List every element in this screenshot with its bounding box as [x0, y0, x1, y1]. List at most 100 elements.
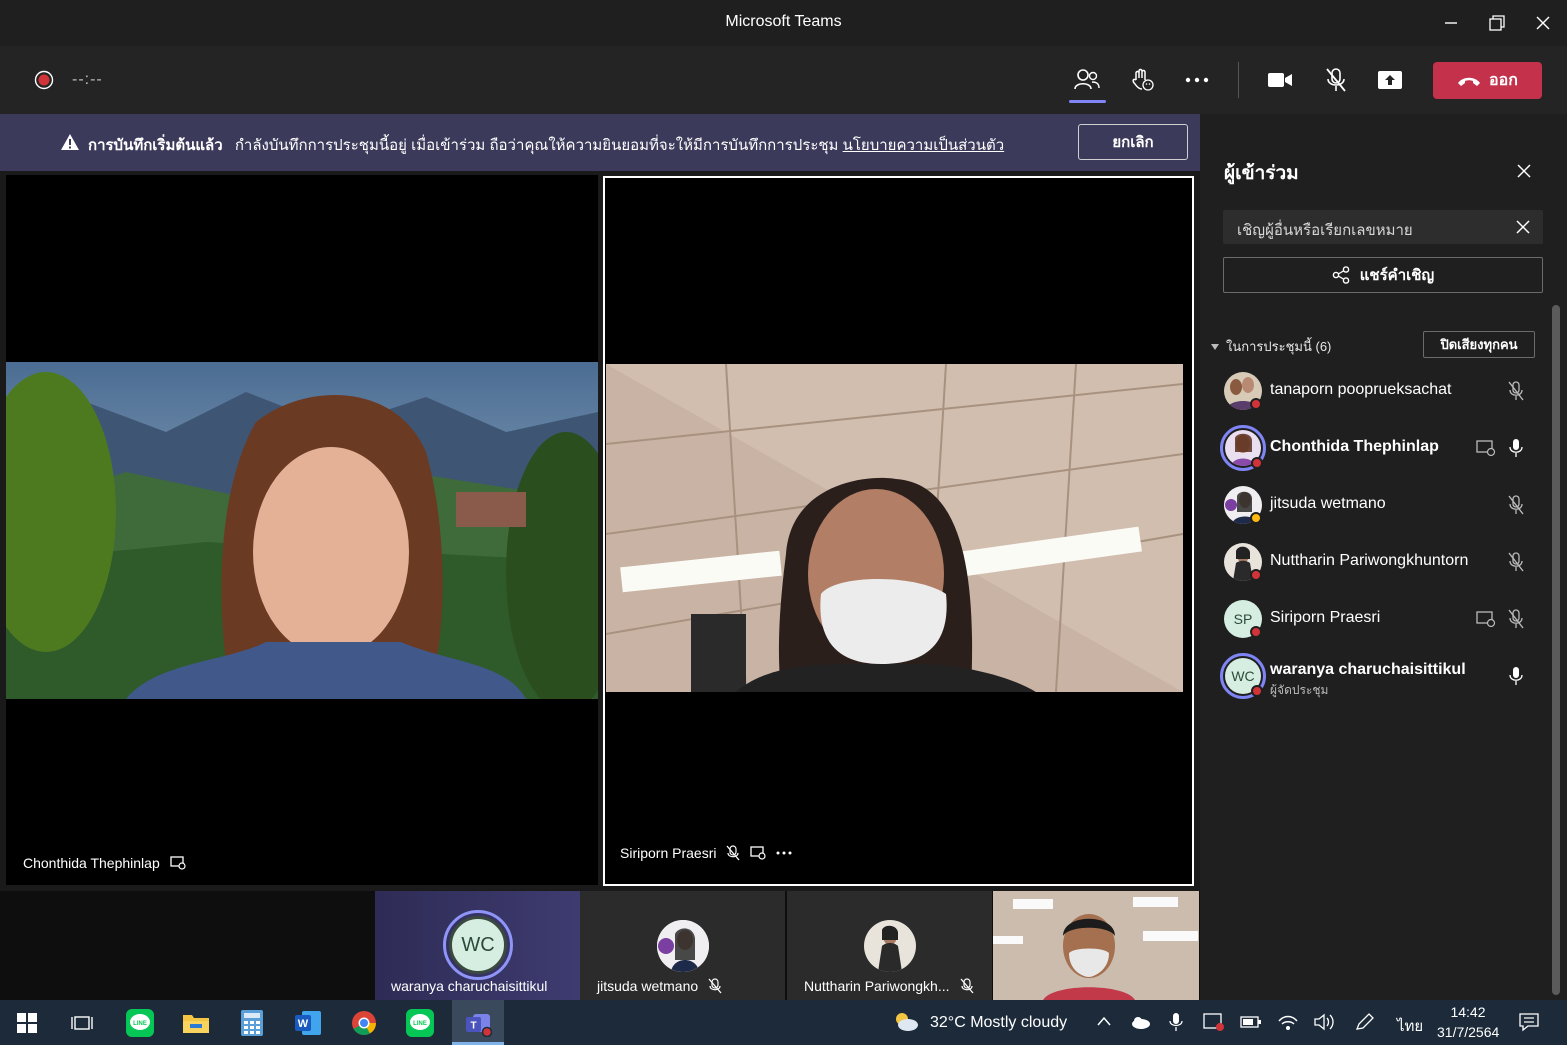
chevron-down-icon [1210, 343, 1220, 351]
onedrive-cloud-icon[interactable] [1129, 1014, 1151, 1030]
video-feed [6, 362, 598, 699]
warning-icon [60, 133, 80, 151]
chevron-up-icon[interactable] [1096, 1015, 1112, 1027]
leave-button[interactable]: ออก [1433, 62, 1542, 99]
chrome-icon[interactable] [347, 1006, 381, 1040]
share-invite-button[interactable]: แชร์คำเชิญ [1223, 257, 1543, 293]
speaking-ring: WC [443, 910, 513, 980]
panel-scrollbar[interactable] [1552, 305, 1560, 995]
svg-text:LINE: LINE [413, 1021, 427, 1027]
busy-status-icon [1250, 569, 1262, 581]
privacy-policy-link[interactable]: นโยบายความเป็นส่วนตัว [843, 137, 1005, 154]
screen-share-icon [750, 846, 767, 860]
task-view-icon[interactable] [65, 1006, 99, 1040]
pen-icon[interactable] [1354, 1012, 1376, 1032]
participants-active-indicator [1069, 100, 1106, 103]
section-label: ในการประชุมนี้ (6) [1226, 339, 1332, 354]
participant-name: tanaporn pooprueksachat [1270, 381, 1452, 398]
restore-icon[interactable] [1482, 8, 1512, 38]
minimize-icon[interactable] [1436, 8, 1466, 38]
busy-status-icon [1251, 685, 1263, 697]
participant-row[interactable]: SP Siriporn Praesri [1220, 595, 1550, 645]
recording-icon [34, 70, 54, 90]
mute-all-button[interactable]: ปิดเสียงทุกคน [1423, 331, 1535, 358]
recording-banner: การบันทึกเริ่มต้นแล้ว กำลังบันทึกการประช… [0, 114, 1200, 171]
participant-row[interactable]: tanaporn pooprueksachat [1220, 367, 1550, 417]
share-icon [1332, 266, 1350, 284]
invite-search-input[interactable]: เชิญผู้อื่นหรือเรียกเลขหมาย [1223, 210, 1543, 244]
tile-more-options-icon[interactable] [776, 851, 792, 855]
line-app-icon[interactable]: LINE [123, 1006, 157, 1040]
participant-row[interactable]: Chonthida Thephinlap [1220, 424, 1550, 474]
share-screen-icon[interactable] [1372, 62, 1408, 98]
weather-text[interactable]: 32°C Mostly cloudy [930, 1014, 1067, 1032]
panel-title: ผู้เข้าร่วม [1224, 163, 1299, 184]
teams-icon[interactable]: T [461, 1006, 495, 1040]
participants-panel: ผู้เข้าร่วม เชิญผู้อื่นหรือเรียกเลขหมาย … [1200, 114, 1567, 1000]
video-tile-siriporn[interactable]: Siriporn Praesri [603, 176, 1194, 886]
participant-row[interactable]: Nuttharin Pariwongkhuntorn [1220, 538, 1550, 588]
notification-center-icon[interactable] [1518, 1012, 1540, 1032]
meeting-toolbar: --:-- ออก [0, 46, 1567, 114]
clock[interactable]: 14:42 31/7/2564 [1437, 1004, 1499, 1040]
clock-time: 14:42 [1450, 1004, 1486, 1020]
line-app-icon-2[interactable]: LINE [403, 1006, 437, 1040]
participant-name: Siriporn Praesri [1270, 609, 1381, 626]
avatar: WC [449, 916, 507, 974]
clear-input-icon[interactable] [1515, 219, 1531, 235]
volume-icon[interactable] [1313, 1012, 1335, 1032]
hangup-icon [1457, 75, 1481, 87]
clock-date: 31/7/2564 [1437, 1024, 1500, 1040]
mic-muted-icon [1504, 607, 1528, 631]
mic-muted-icon [960, 978, 974, 994]
close-window-icon[interactable] [1528, 8, 1558, 38]
invite-placeholder: เชิญผู้อื่นหรือเรียกเลขหมาย [1237, 222, 1413, 239]
participant-row[interactable]: jitsuda wetmano [1220, 481, 1550, 531]
participants-icon[interactable] [1069, 62, 1105, 98]
file-explorer-icon[interactable] [179, 1006, 213, 1040]
busy-status-icon [1251, 457, 1263, 469]
title-bar: Microsoft Teams [0, 0, 1567, 46]
more-options-icon[interactable] [1179, 62, 1215, 98]
mic-on-icon [1504, 664, 1528, 688]
word-icon[interactable]: W [291, 1006, 325, 1040]
calculator-icon[interactable] [235, 1006, 269, 1040]
video-stage: Chonthida Thephinlap Siriporn Praesri [0, 171, 1200, 891]
filmstrip-tile[interactable]: jitsuda wetmano [580, 891, 785, 1000]
wifi-icon[interactable] [1277, 1012, 1299, 1032]
input-language[interactable]: ไทย [1397, 1014, 1423, 1038]
microphone-tray-icon[interactable] [1169, 1012, 1183, 1032]
leave-label: ออก [1489, 72, 1518, 89]
participant-name: jitsuda wetmano [1270, 495, 1386, 512]
raise-hand-icon[interactable] [1124, 62, 1160, 98]
mic-muted-icon [726, 845, 740, 861]
windows-start-icon[interactable] [10, 1006, 44, 1040]
video-feed [606, 364, 1183, 692]
screen-share-icon [1474, 607, 1498, 631]
close-panel-icon[interactable] [1516, 163, 1532, 179]
participant-name: Chonthida Thephinlap [1270, 438, 1439, 455]
camera-icon[interactable] [1262, 62, 1298, 98]
banner-text: กำลังบันทึกการประชุมนี้อยู่ เมื่อเข้าร่ว… [234, 137, 839, 154]
video-tile-chonthida[interactable]: Chonthida Thephinlap [6, 175, 598, 885]
in-meeting-section-header[interactable]: ในการประชุมนี้ (6) [1210, 336, 1331, 357]
filmstrip-tile[interactable]: WC waranya charuchaisittikul [375, 891, 580, 1000]
avatar [657, 920, 709, 972]
screen-share-icon [170, 856, 186, 870]
filmstrip-name: Nuttharin Pariwongkh... [804, 978, 950, 994]
mic-muted-icon [708, 978, 722, 994]
microphone-muted-icon[interactable] [1318, 62, 1354, 98]
mic-muted-icon [1504, 379, 1528, 403]
filmstrip-tile[interactable]: Nuttharin Pariwongkh... [787, 891, 992, 1000]
stop-recording-cancel-button[interactable]: ยกเลิก [1078, 124, 1188, 160]
screen-capture-icon[interactable] [1203, 1012, 1225, 1032]
window-title: Microsoft Teams [725, 13, 842, 30]
self-view-video[interactable] [993, 891, 1199, 1000]
participant-row[interactable]: WC waranya charuchaisittikul ผู้จัดประชุ… [1220, 652, 1550, 702]
filmstrip-name: jitsuda wetmano [597, 978, 699, 994]
tile-participant-name: Siriporn Praesri [620, 845, 717, 861]
busy-status-icon [1250, 626, 1262, 638]
taskbar: LINE W LINE T 32°C Mostly cloudy ไทย 14:… [0, 1000, 1567, 1045]
weather-cloud-icon[interactable] [893, 1011, 919, 1033]
battery-icon[interactable] [1240, 1013, 1262, 1031]
